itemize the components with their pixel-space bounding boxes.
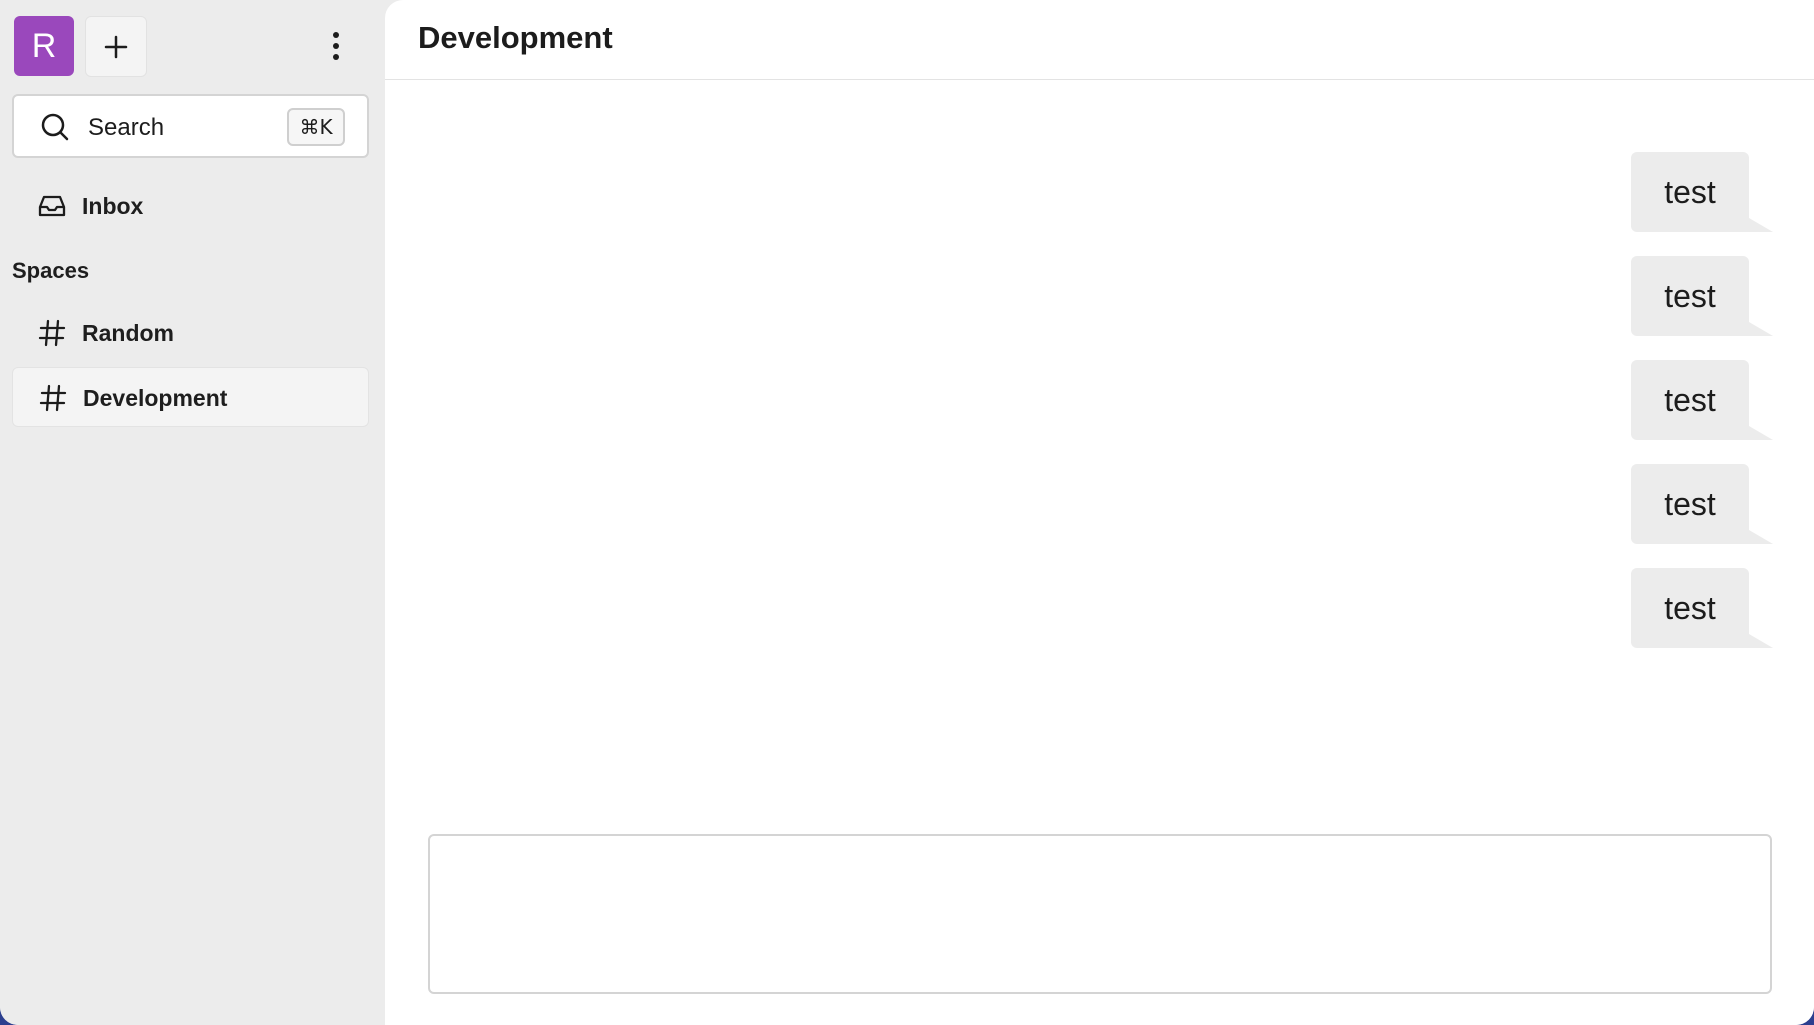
hash-icon <box>39 384 67 412</box>
spaces-heading: Spaces <box>12 258 90 283</box>
more-options-button[interactable] <box>318 24 354 68</box>
sidebar-item-label: Inbox <box>82 193 144 219</box>
channel-header: Development <box>385 0 1814 80</box>
sidebar-item-label: Random <box>82 320 174 346</box>
search-icon <box>41 113 69 141</box>
plus-icon <box>104 35 128 58</box>
inbox-icon <box>38 195 66 217</box>
message-bubble: test <box>1631 256 1773 336</box>
vertical-dots-icon <box>333 32 339 60</box>
message-composer[interactable] <box>428 834 1772 994</box>
add-button[interactable] <box>85 16 147 77</box>
search-box[interactable]: Search ⌘K <box>12 94 369 158</box>
hash-icon <box>38 319 66 347</box>
message-bubble: test <box>1631 152 1773 232</box>
message-bubble: test <box>1631 464 1773 544</box>
message-bubble: test <box>1631 568 1773 648</box>
sidebar-item-development[interactable]: Development <box>12 367 369 427</box>
app-window: R Search ⌘K Inbox Spaces Random Developm… <box>0 0 1814 1025</box>
message-bubble: test <box>1631 360 1773 440</box>
search-label: Search <box>88 114 165 141</box>
sidebar-item-random[interactable]: Random <box>12 303 369 363</box>
sidebar-item-inbox[interactable]: Inbox <box>12 176 369 236</box>
message-list[interactable]: test test test test test <box>385 80 1814 820</box>
sidebar: R Search ⌘K Inbox Spaces Random Developm… <box>0 0 385 1025</box>
workspace-avatar[interactable]: R <box>14 16 74 76</box>
search-shortcut-badge: ⌘K <box>287 108 345 146</box>
workspace-avatar-letter: R <box>31 26 57 65</box>
channel-title: Development <box>418 20 613 55</box>
sidebar-item-label: Development <box>83 385 228 411</box>
conversation-pane: Development test test test test test <box>385 0 1814 1025</box>
